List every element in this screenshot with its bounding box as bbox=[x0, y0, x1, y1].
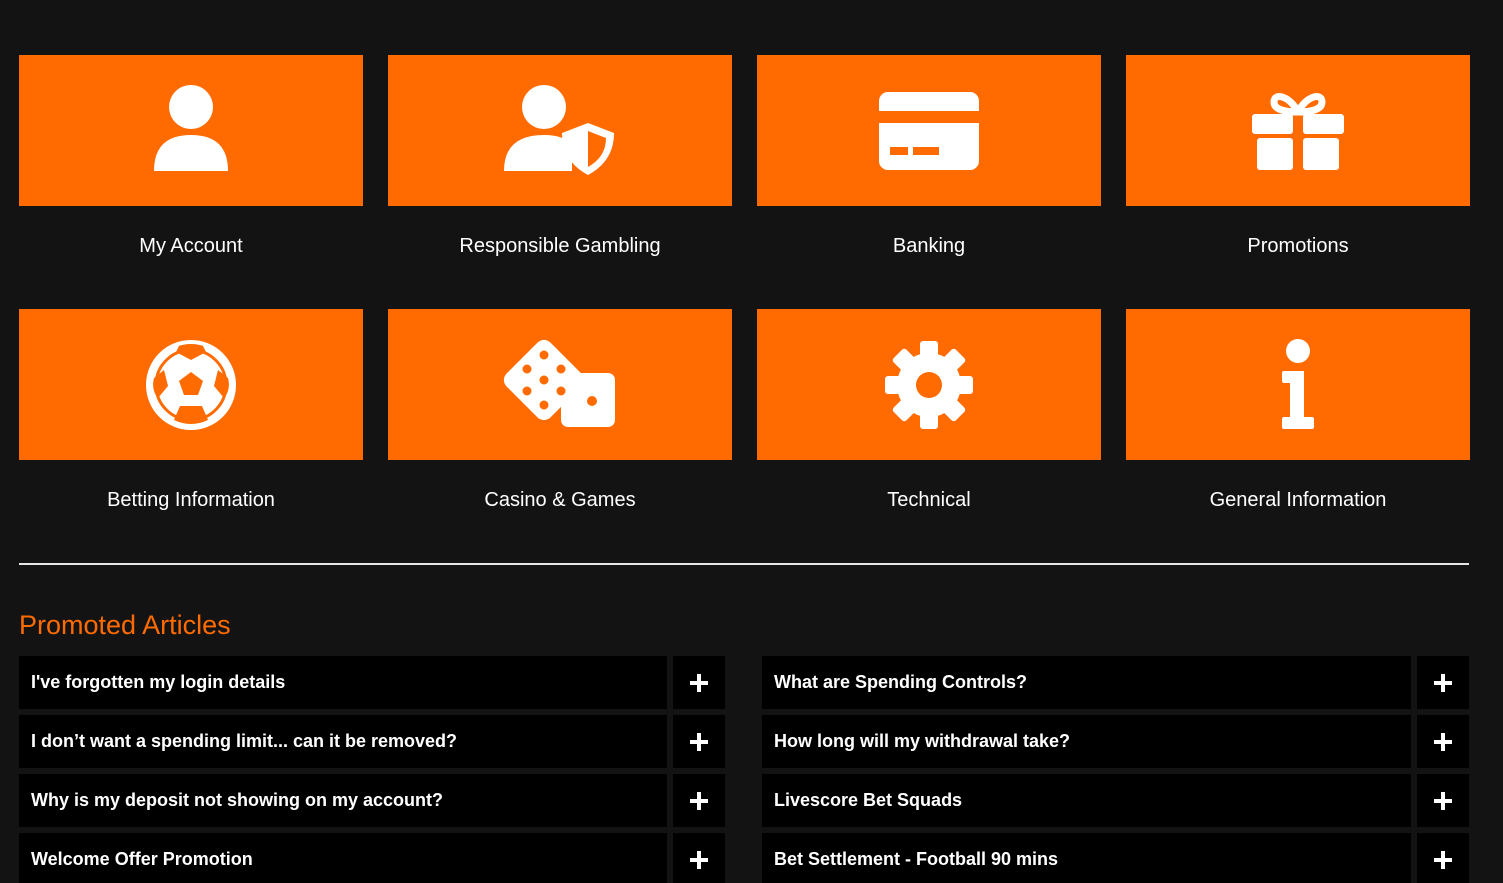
user-shield-icon bbox=[504, 85, 614, 175]
article-title[interactable]: Livescore Bet Squads bbox=[762, 774, 1411, 827]
plus-icon bbox=[690, 850, 708, 869]
category-label: Technical bbox=[887, 489, 971, 511]
plus-icon bbox=[1434, 791, 1452, 810]
promoted-articles-list: I've forgotten my login details What are… bbox=[19, 656, 1469, 883]
article-title[interactable]: What are Spending Controls? bbox=[762, 656, 1411, 709]
article-title[interactable]: How long will my withdrawal take? bbox=[762, 715, 1411, 768]
category-label: Banking bbox=[892, 235, 966, 257]
category-betting-information[interactable]: Betting Information bbox=[19, 309, 363, 563]
category-technical[interactable]: Technical bbox=[757, 309, 1101, 563]
category-tile bbox=[757, 309, 1101, 460]
article-row[interactable]: Welcome Offer Promotion bbox=[19, 833, 725, 883]
expand-button[interactable] bbox=[673, 833, 725, 883]
article-row[interactable]: Why is my deposit not showing on my acco… bbox=[19, 774, 725, 827]
article-title[interactable]: Why is my deposit not showing on my acco… bbox=[19, 774, 667, 827]
expand-button[interactable] bbox=[1417, 715, 1469, 768]
category-tile bbox=[388, 55, 732, 206]
article-title[interactable]: I've forgotten my login details bbox=[19, 656, 667, 709]
plus-icon bbox=[690, 732, 708, 751]
category-grid: My Account Responsible Gambling Banking … bbox=[19, 55, 1470, 563]
dice-icon bbox=[503, 339, 615, 427]
article-row[interactable]: I've forgotten my login details bbox=[19, 656, 725, 709]
expand-button[interactable] bbox=[1417, 833, 1469, 883]
plus-icon bbox=[1434, 732, 1452, 751]
article-title[interactable]: Welcome Offer Promotion bbox=[19, 833, 667, 883]
plus-icon bbox=[690, 791, 708, 810]
expand-button[interactable] bbox=[673, 715, 725, 768]
category-promotions[interactable]: Promotions bbox=[1126, 55, 1470, 309]
expand-button[interactable] bbox=[673, 774, 725, 827]
article-title[interactable]: I don’t want a spending limit... can it … bbox=[19, 715, 667, 768]
info-icon bbox=[1282, 338, 1314, 429]
category-tile bbox=[19, 309, 363, 460]
plus-icon bbox=[690, 673, 708, 692]
category-tile bbox=[19, 55, 363, 206]
promoted-articles-title: Promoted Articles bbox=[19, 610, 231, 640]
category-label: Betting Information bbox=[107, 489, 275, 511]
category-label: General Information bbox=[1209, 489, 1387, 511]
category-tile bbox=[757, 55, 1101, 206]
category-label: Promotions bbox=[1247, 235, 1349, 257]
article-row[interactable]: Bet Settlement - Football 90 mins bbox=[762, 833, 1469, 883]
article-row[interactable]: How long will my withdrawal take? bbox=[762, 715, 1469, 768]
football-icon bbox=[146, 339, 236, 430]
section-divider bbox=[19, 563, 1469, 565]
category-general-information[interactable]: General Information bbox=[1126, 309, 1470, 563]
article-row[interactable]: I don’t want a spending limit... can it … bbox=[19, 715, 725, 768]
category-tile bbox=[1126, 55, 1470, 206]
article-title[interactable]: Bet Settlement - Football 90 mins bbox=[762, 833, 1411, 883]
category-banking[interactable]: Banking bbox=[757, 55, 1101, 309]
article-row[interactable]: What are Spending Controls? bbox=[762, 656, 1469, 709]
gear-icon bbox=[885, 340, 973, 429]
credit-card-icon bbox=[879, 91, 979, 170]
article-row[interactable]: Livescore Bet Squads bbox=[762, 774, 1469, 827]
gift-icon bbox=[1252, 92, 1344, 170]
category-casino-games[interactable]: Casino & Games bbox=[388, 309, 732, 563]
help-center-page: My Account Responsible Gambling Banking … bbox=[0, 0, 1503, 883]
expand-button[interactable] bbox=[1417, 656, 1469, 709]
category-label: Casino & Games bbox=[484, 489, 636, 511]
category-tile bbox=[388, 309, 732, 460]
category-tile bbox=[1126, 309, 1470, 460]
category-my-account[interactable]: My Account bbox=[19, 55, 363, 309]
user-icon bbox=[154, 85, 228, 171]
expand-button[interactable] bbox=[673, 656, 725, 709]
expand-button[interactable] bbox=[1417, 774, 1469, 827]
category-responsible-gambling[interactable]: Responsible Gambling bbox=[388, 55, 732, 309]
category-label: Responsible Gambling bbox=[459, 235, 661, 257]
plus-icon bbox=[1434, 673, 1452, 692]
plus-icon bbox=[1434, 850, 1452, 869]
category-label: My Account bbox=[139, 235, 243, 257]
